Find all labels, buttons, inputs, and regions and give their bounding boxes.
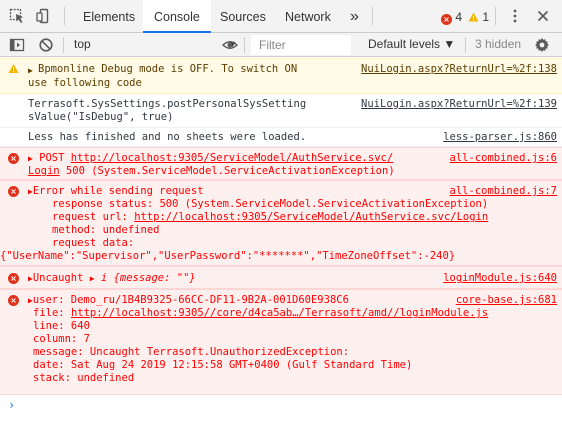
console-message-error: × ▶user: Demo_ru/1B4B9325-66CC-DF11-9B2A…	[0, 289, 562, 395]
hidden-messages-count: 3 hidden	[475, 37, 522, 51]
error-icon: ×	[8, 295, 19, 306]
error-object: {message: ""}	[113, 272, 196, 284]
console-message-error: × ▶Uncaught ▶ i {message: ""} loginModul…	[0, 266, 562, 289]
source-link[interactable]: loginModule.js:640	[443, 272, 557, 285]
message-text: Less has finished and no sheets were loa…	[28, 131, 307, 143]
message-text: line: 640	[33, 320, 90, 332]
console-messages: ▶ Bpmonline Debug mode is OFF. To switch…	[0, 58, 562, 395]
message-text: response status: 500 (System.ServiceMode…	[52, 198, 489, 210]
console-settings-gear-icon[interactable]	[534, 37, 550, 53]
context-value: top	[74, 37, 91, 51]
error-title: Error while sending request	[32, 185, 204, 197]
source-link[interactable]: core-base.js:681	[456, 294, 557, 307]
tab-sources[interactable]: Sources	[209, 0, 277, 33]
tab-divider	[495, 7, 496, 25]
file-url-link[interactable]: http://localhost:9305//core/d4ca5ab…/Ter…	[71, 307, 488, 319]
message-text: date: Sat Aug 24 2019 12:15:58 GMT+0400 …	[33, 359, 413, 371]
request-url-link[interactable]: Login	[28, 165, 60, 177]
console-message-log: Terrasoft.SysSettings.postPersonalSysSet…	[0, 94, 562, 128]
kebab-menu-icon[interactable]	[507, 8, 523, 24]
status-text: 500 (System.ServiceModel.ServiceActivati…	[59, 165, 395, 177]
request-url-link[interactable]: http://localhost:9305/ServiceModel/AuthS…	[134, 211, 488, 223]
tab-elements[interactable]: Elements	[72, 0, 146, 33]
warning-icon	[468, 12, 479, 22]
tab-divider	[64, 7, 65, 25]
message-text: ▶user: Demo_ru/1B4B9325-66CC-DF11-9B2A-0…	[28, 294, 349, 307]
message-text: method: undefined	[52, 224, 160, 236]
field-label: request url:	[52, 211, 135, 223]
show-sidebar-icon[interactable]	[9, 37, 25, 53]
tab-network[interactable]: Network	[274, 0, 342, 33]
http-method: POST	[39, 152, 71, 164]
error-icon: ×	[441, 14, 452, 25]
error-count-badge[interactable]: × 4	[441, 9, 462, 25]
tab-console[interactable]: Console	[143, 0, 211, 33]
message-text: file: http://localhost:9305//core/d4ca5a…	[33, 307, 488, 320]
error-icon: ×	[8, 186, 19, 197]
console-message-error: × ▶Error while sending request response …	[0, 180, 562, 266]
message-text: sValue("IsDebug", true)	[28, 111, 174, 123]
source-link[interactable]: all-combined.js:6	[450, 152, 557, 165]
source-link[interactable]: NuiLogin.aspx?ReturnUrl=%2f:139	[361, 98, 557, 111]
request-url-link[interactable]: http://localhost:9305/ServiceModel/AuthS…	[71, 152, 393, 164]
message-text: stack: undefined	[33, 372, 135, 384]
info-icon: i	[100, 272, 108, 284]
expand-triangle-icon[interactable]: ▶	[90, 274, 95, 283]
filter-input[interactable]: Filter	[251, 35, 351, 55]
console-message-log: Less has finished and no sheets were loa…	[0, 128, 562, 147]
message-text: ▶Uncaught ▶ i {message: ""}	[28, 272, 196, 285]
context-selector[interactable]: top ▼	[67, 33, 241, 56]
close-icon[interactable]	[535, 8, 551, 24]
error-label: Uncaught	[32, 272, 90, 284]
console-toolbar: top ▼ Filter Default levels ▼ 3 hidden	[0, 33, 562, 57]
expand-triangle-icon[interactable]: ▶	[28, 64, 33, 77]
warning-count: 1	[482, 10, 490, 24]
more-tabs-button[interactable]: »	[342, 0, 367, 33]
message-text: {"UserName":"Supervisor","UserPassword":…	[0, 250, 456, 262]
toolbar-divider	[63, 37, 64, 53]
toolbar-divider	[465, 37, 466, 53]
message-text: message: Uncaught Terrasoft.Unauthorized…	[33, 346, 350, 358]
error-icon: ×	[8, 153, 19, 164]
message-text: column: 7	[33, 333, 90, 345]
warning-icon	[8, 64, 19, 73]
error-user: user: Demo_ru/1B4B9325-66CC-DF11-9B2A-00…	[32, 294, 349, 306]
devtools-tabbar: Elements Console Sources Network » × 4 1	[0, 0, 562, 33]
message-text: Bpmonline Debug mode is OFF. To switch O…	[38, 63, 298, 75]
source-link[interactable]: NuiLogin.aspx?ReturnUrl=%2f:138	[361, 63, 557, 76]
message-text: request data:	[52, 237, 135, 249]
source-link[interactable]: less-parser.js:860	[443, 131, 557, 144]
message-text: Terrasoft.SysSettings.postPersonalSysSet…	[28, 98, 307, 110]
message-text: request url: http://localhost:9305/Servi…	[52, 211, 488, 224]
expand-triangle-icon[interactable]: ▶	[28, 154, 33, 163]
message-text: ▶Error while sending request	[28, 185, 204, 198]
device-toolbar-icon[interactable]	[36, 8, 52, 24]
console-message-warning: ▶ Bpmonline Debug mode is OFF. To switch…	[0, 58, 562, 94]
field-label: file:	[33, 307, 71, 319]
inspect-element-icon[interactable]	[9, 8, 25, 24]
message-text: use following code	[28, 77, 142, 89]
message-text: ▶ POST http://localhost:9305/ServiceMode…	[28, 152, 393, 165]
clear-console-icon[interactable]	[38, 37, 54, 53]
live-expression-eye-icon[interactable]	[222, 37, 238, 53]
message-text: Login 500 (System.ServiceModel.ServiceAc…	[28, 165, 395, 178]
console-message-error: × ▶ POST http://localhost:9305/ServiceMo…	[0, 147, 562, 180]
source-link[interactable]: all-combined.js:7	[450, 185, 557, 198]
log-levels-dropdown[interactable]: Default levels ▼	[368, 33, 455, 56]
tab-divider	[372, 7, 373, 25]
error-count: 4	[455, 10, 463, 24]
error-icon: ×	[8, 273, 19, 284]
warning-count-badge[interactable]: 1	[468, 9, 489, 25]
console-prompt-icon[interactable]: ›	[8, 398, 15, 412]
toolbar-divider	[244, 37, 245, 53]
